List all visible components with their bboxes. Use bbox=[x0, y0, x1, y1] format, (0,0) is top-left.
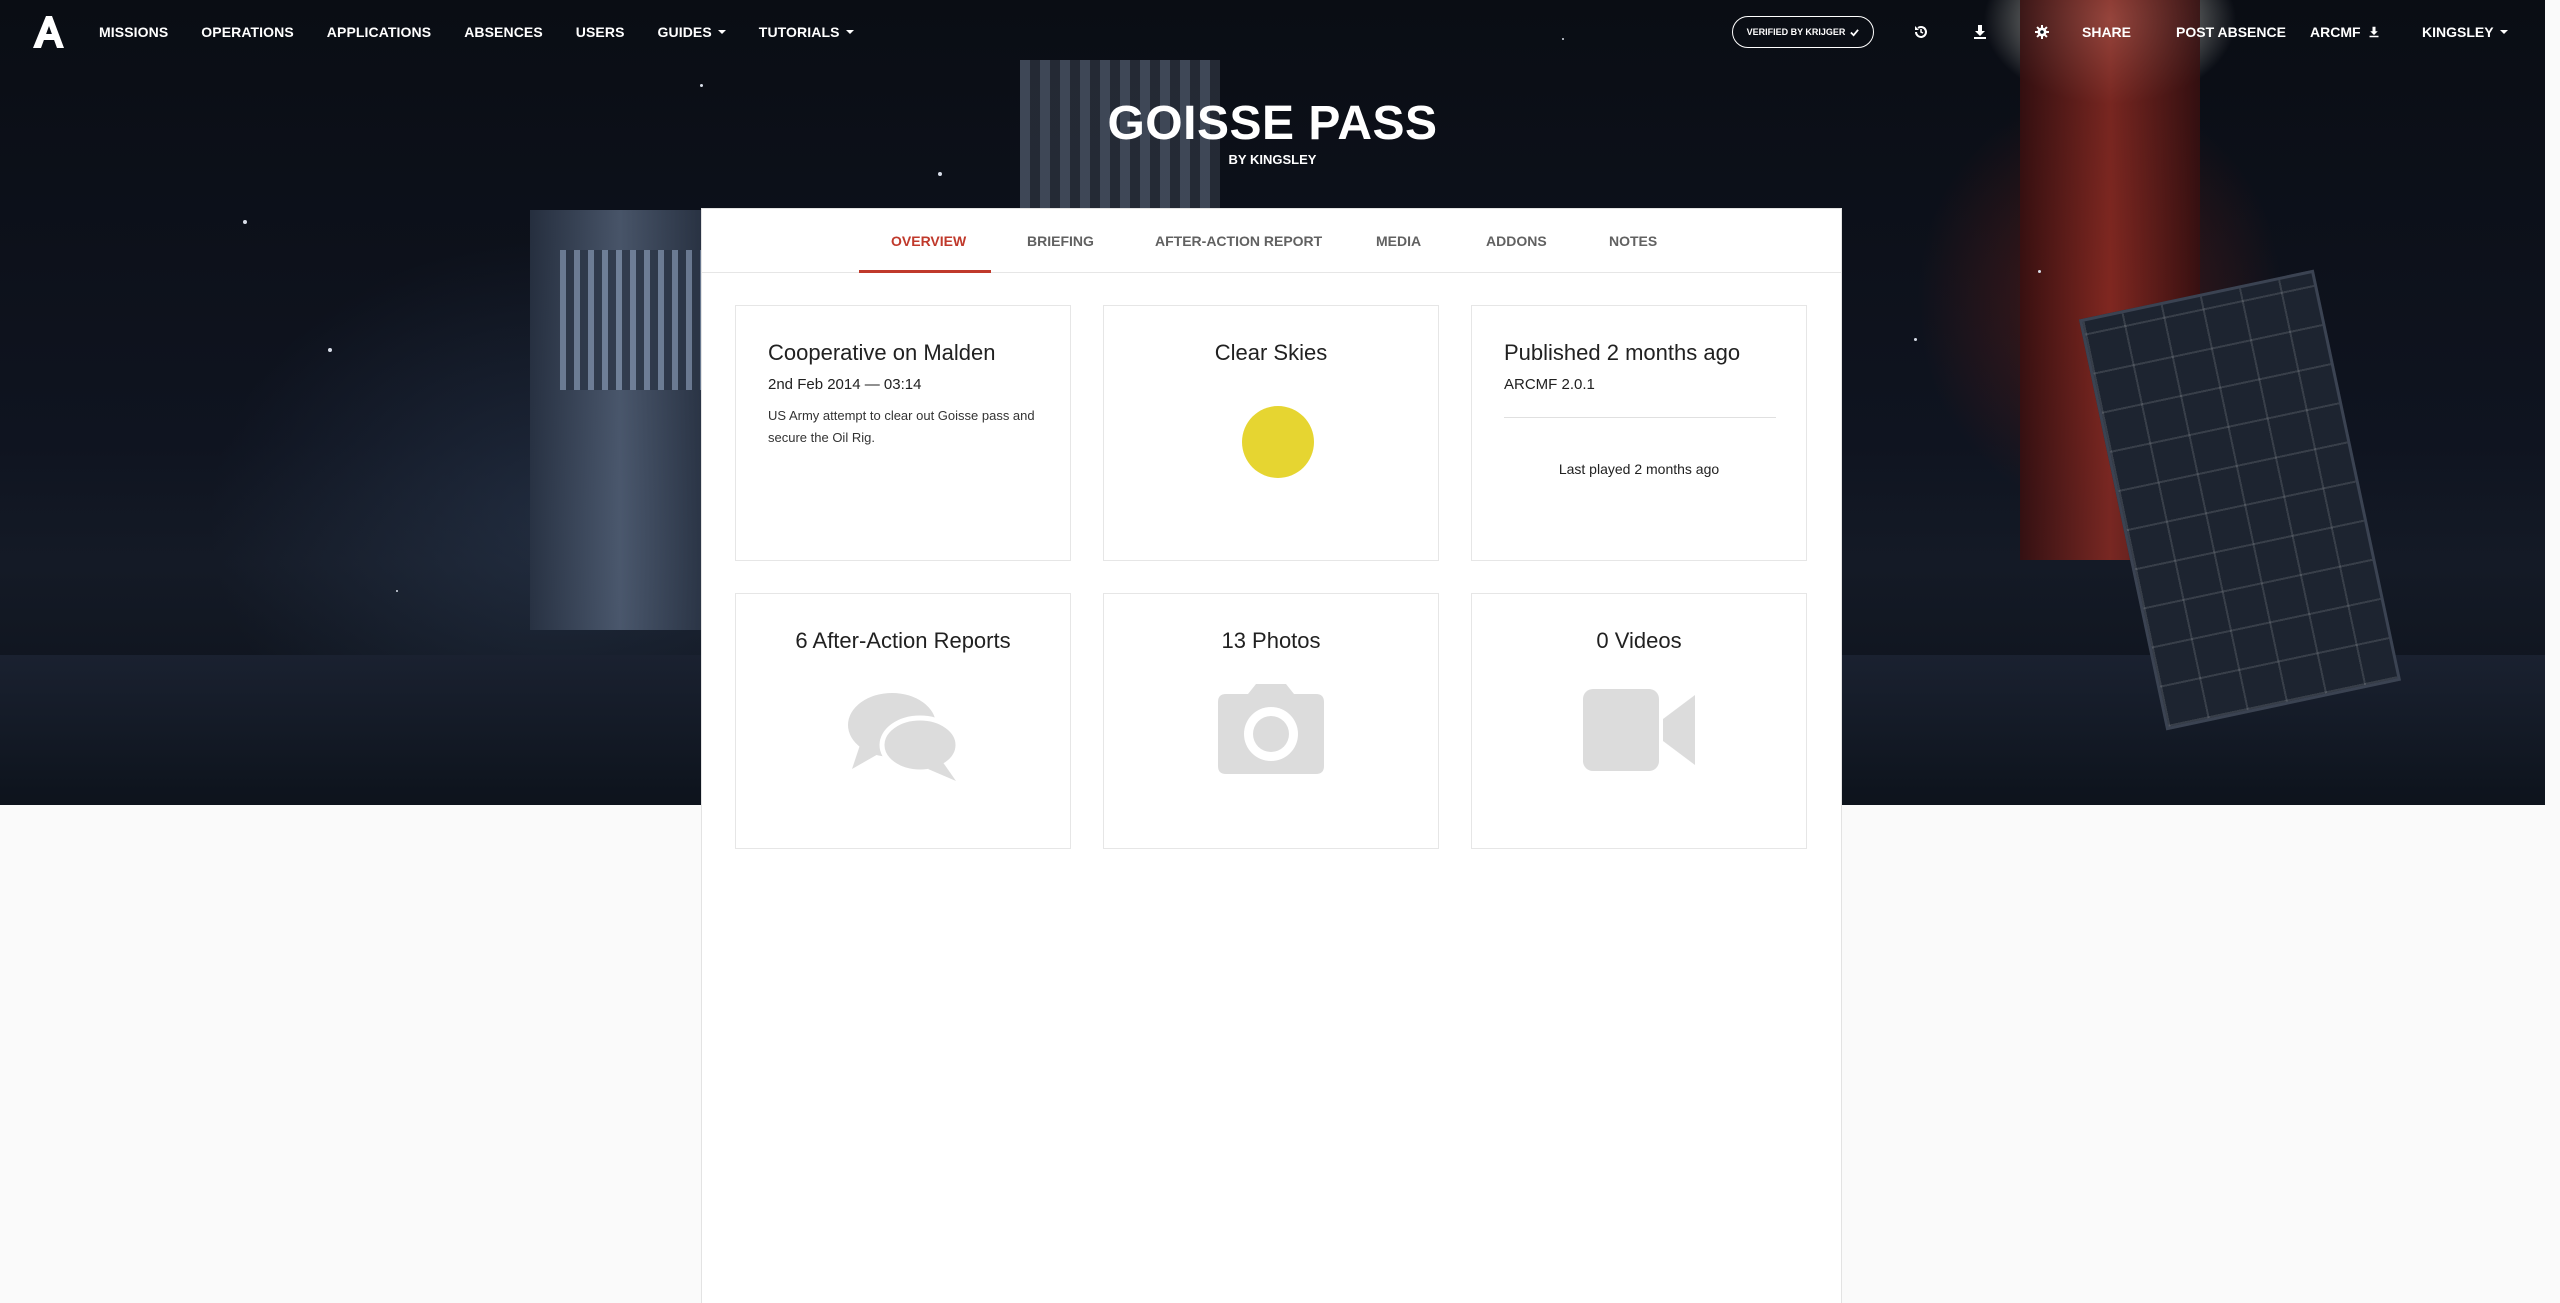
star bbox=[700, 84, 703, 87]
active-tab-indicator bbox=[859, 270, 991, 273]
nav-missions[interactable]: MISSIONS bbox=[99, 24, 168, 40]
nav-guides-label: GUIDES bbox=[657, 24, 712, 40]
star bbox=[938, 172, 942, 176]
camera-icon bbox=[1218, 684, 1324, 774]
tab-after-action-report[interactable]: AFTER-ACTION REPORT bbox=[1155, 209, 1322, 273]
nav-users[interactable]: USERS bbox=[576, 24, 625, 40]
mission-summary-tile: Cooperative on Malden 2nd Feb 2014 — 03:… bbox=[735, 305, 1071, 561]
star bbox=[243, 220, 247, 224]
nav-applications[interactable]: APPLICATIONS bbox=[327, 24, 431, 40]
camera-icon-wrap bbox=[1104, 684, 1438, 774]
mission-card: OVERVIEW BRIEFING AFTER-ACTION REPORT ME… bbox=[701, 208, 1842, 1303]
mode-map: Cooperative on Malden bbox=[768, 340, 996, 365]
mission-byline: BY KINGSLEY bbox=[1228, 152, 1317, 167]
comments-icon-wrap bbox=[736, 689, 1070, 781]
photos-tile[interactable]: 13 Photos bbox=[1103, 593, 1439, 849]
mission-tabs: OVERVIEW BRIEFING AFTER-ACTION REPORT ME… bbox=[702, 209, 1841, 273]
tab-overview[interactable]: OVERVIEW bbox=[891, 209, 966, 273]
check-icon bbox=[1850, 28, 1860, 37]
weather-tile: Clear Skies bbox=[1103, 305, 1439, 561]
gear-icon[interactable] bbox=[2034, 24, 2050, 40]
framework-version: ARCMF 2.0.1 bbox=[1504, 376, 1595, 393]
published-label: Published 2 months ago bbox=[1504, 340, 1741, 365]
arcmf-download-button[interactable]: ARCMF bbox=[2310, 24, 2380, 40]
top-navbar: MISSIONS OPERATIONS APPLICATIONS ABSENCE… bbox=[0, 0, 2545, 64]
weather-label: Clear Skies bbox=[1214, 340, 1328, 365]
nav-tutorials-dropdown[interactable]: TUTORIALS bbox=[759, 24, 854, 40]
tab-addons[interactable]: ADDONS bbox=[1486, 209, 1547, 273]
oil-rig-deck bbox=[560, 250, 710, 390]
tab-media[interactable]: MEDIA bbox=[1376, 209, 1421, 273]
photos-count: 13 Photos bbox=[1221, 628, 1321, 653]
nav-absences[interactable]: ABSENCES bbox=[464, 24, 543, 40]
star bbox=[1914, 338, 1917, 341]
nav-guides-dropdown[interactable]: GUIDES bbox=[658, 24, 726, 40]
last-played: Last played 2 months ago bbox=[1558, 461, 1720, 477]
verified-label: VERIFIED BY KRIJGER bbox=[1746, 27, 1846, 37]
video-icon-wrap bbox=[1472, 689, 1806, 771]
aar-tile[interactable]: 6 After-Action Reports bbox=[735, 593, 1071, 849]
chevron-down-icon bbox=[717, 30, 726, 34]
tab-notes[interactable]: NOTES bbox=[1609, 209, 1657, 273]
comments-icon bbox=[848, 693, 960, 781]
mission-datetime: 2nd Feb 2014 — 03:14 bbox=[768, 376, 922, 393]
verified-badge[interactable]: VERIFIED BY KRIJGER bbox=[1732, 16, 1874, 48]
chevron-down-icon bbox=[2499, 30, 2508, 34]
videos-tile[interactable]: 0 Videos bbox=[1471, 593, 1807, 849]
post-absence-button[interactable]: POST ABSENCE bbox=[2176, 24, 2286, 40]
nav-links: MISSIONS OPERATIONS APPLICATIONS ABSENCE… bbox=[99, 24, 887, 40]
divider bbox=[1504, 417, 1776, 418]
nav-operations[interactable]: OPERATIONS bbox=[201, 24, 294, 40]
user-name: KINGSLEY bbox=[2422, 24, 2494, 40]
mission-title: GOISSE PASS bbox=[1107, 97, 1438, 150]
mission-description: US Army attempt to clear out Goisse pass… bbox=[768, 408, 1035, 445]
arcmf-label: ARCMF bbox=[2310, 24, 2361, 40]
logo-icon[interactable] bbox=[30, 14, 66, 50]
download-icon bbox=[2369, 26, 2379, 38]
share-button[interactable]: SHARE bbox=[2082, 24, 2131, 40]
star bbox=[2038, 270, 2041, 273]
sun-icon bbox=[1242, 406, 1314, 478]
nav-tutorials-label: TUTORIALS bbox=[758, 24, 840, 40]
tab-briefing[interactable]: BRIEFING bbox=[1027, 209, 1094, 273]
video-camera-icon bbox=[1583, 689, 1695, 771]
star bbox=[396, 590, 398, 592]
history-icon[interactable] bbox=[1913, 24, 1929, 40]
publish-info-tile: Published 2 months ago ARCMF 2.0.1 Last … bbox=[1471, 305, 1807, 561]
aar-count: 6 After-Action Reports bbox=[795, 628, 1011, 653]
videos-count: 0 Videos bbox=[1596, 628, 1682, 653]
chevron-down-icon bbox=[845, 30, 854, 34]
download-icon[interactable] bbox=[1972, 24, 1988, 40]
star bbox=[328, 348, 332, 352]
user-menu-dropdown[interactable]: KINGSLEY bbox=[2422, 24, 2508, 40]
